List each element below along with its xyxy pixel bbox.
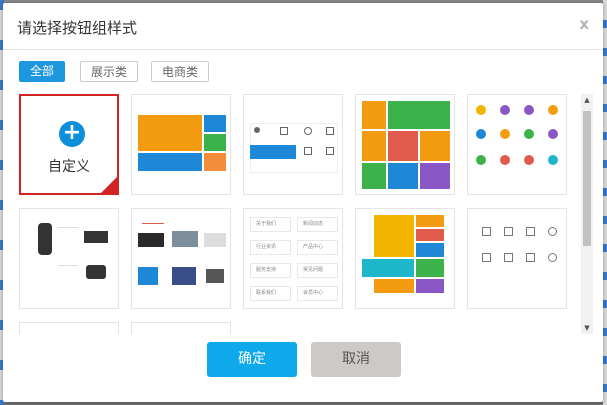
- cancel-button[interactable]: 取消: [311, 342, 401, 377]
- grid-scrollbar[interactable]: ▲ ▼: [581, 94, 593, 334]
- style-card-7[interactable]: 关于我们 新闻动态 行业资讯 产品中心 服务支持 常见问题 联系我们 会员中心: [243, 208, 343, 309]
- preview-text-products: 产品中心: [303, 244, 324, 250]
- style-preview-8: [362, 215, 448, 302]
- confirm-button[interactable]: 确定: [207, 342, 297, 377]
- style-preview-5: [26, 215, 112, 302]
- style-card-5[interactable]: [19, 208, 119, 309]
- tab-ecommerce[interactable]: 电商类: [151, 61, 209, 82]
- style-card-custom[interactable]: + 自定义: [19, 94, 119, 195]
- tab-all[interactable]: 全部: [19, 61, 65, 82]
- style-preview-6: [138, 215, 226, 302]
- style-card-3[interactable]: [355, 94, 455, 195]
- preview-text-faq: 常见问题: [303, 267, 324, 273]
- preview-text-news: 新闻动态: [303, 221, 324, 227]
- style-card-2[interactable]: [243, 94, 343, 195]
- style-card-8[interactable]: [355, 208, 455, 309]
- style-card-6[interactable]: [131, 208, 231, 309]
- tab-display[interactable]: 展示类: [80, 61, 138, 82]
- style-preview-9: [474, 215, 560, 302]
- style-preview-1: [138, 101, 226, 188]
- selected-corner-icon: [101, 177, 117, 193]
- preview-text-support: 服务支持: [256, 267, 277, 273]
- scrollbar-thumb[interactable]: [583, 111, 591, 246]
- title-divider: [3, 49, 603, 50]
- style-card-10[interactable]: [19, 322, 119, 334]
- preview-text-contact: 联系我们: [256, 290, 277, 296]
- style-grid: + 自定义 关于我们 新闻动态 行业资讯 产品中心 服务支持 常见问题 联系我们…: [19, 94, 581, 334]
- backdrop-right-strip: [603, 0, 607, 405]
- button-group-style-dialog: 请选择按钮组样式 x 全部 展示类 电商类 + 自定义 关于我们 新闻动态 行业…: [3, 3, 603, 402]
- preview-text-about: 关于我们: [256, 221, 277, 227]
- custom-card-label: 自定义: [48, 159, 90, 175]
- style-card-11[interactable]: [131, 322, 231, 334]
- style-preview-3: [362, 101, 450, 189]
- style-card-4[interactable]: [467, 94, 567, 195]
- plus-icon: +: [59, 121, 85, 147]
- preview-text-member: 会员中心: [303, 290, 324, 296]
- scroll-down-icon[interactable]: ▼: [581, 322, 593, 334]
- close-icon[interactable]: x: [579, 15, 589, 33]
- dialog-title: 请选择按钮组样式: [17, 19, 138, 37]
- style-card-9[interactable]: [467, 208, 567, 309]
- preview-text-industry: 行业资讯: [256, 244, 277, 250]
- scroll-up-icon[interactable]: ▲: [581, 94, 593, 106]
- style-preview-2: [250, 101, 338, 188]
- style-preview-4: [474, 101, 560, 188]
- style-card-1[interactable]: [131, 94, 231, 195]
- style-preview-7: 关于我们 新闻动态 行业资讯 产品中心 服务支持 常见问题 联系我们 会员中心: [250, 215, 338, 302]
